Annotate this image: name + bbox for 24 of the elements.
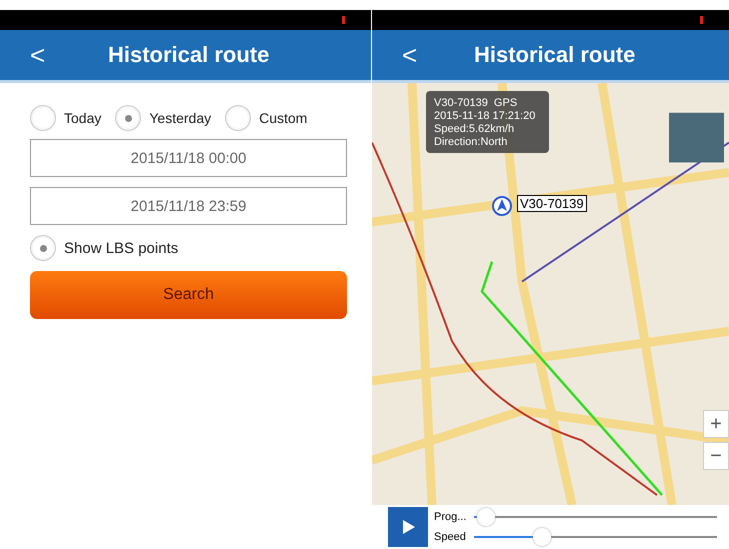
radio-option[interactable]: Custom bbox=[225, 105, 308, 131]
progress-label: Prog... bbox=[434, 511, 468, 523]
screen-title: Historical route bbox=[474, 42, 636, 68]
start-time-field[interactable]: 2015/11/18 00:00 bbox=[30, 139, 347, 177]
popup-text: Speed:5.62km/h bbox=[434, 123, 516, 136]
lbs-checkbox[interactable]: Show LBS points bbox=[30, 235, 347, 261]
battery-icon bbox=[342, 16, 345, 24]
radio-option[interactable]: Yesterday bbox=[115, 105, 212, 131]
zoom-button[interactable]: + bbox=[703, 410, 729, 438]
popup-text: 2015-11-18 17:21:20 bbox=[434, 110, 536, 123]
back-button[interactable]: < bbox=[0, 38, 80, 72]
battery-icon bbox=[700, 16, 703, 24]
popup-text: V30-70139 GPS bbox=[434, 97, 518, 110]
search-button[interactable]: Search bbox=[30, 271, 347, 319]
back-button[interactable]: < bbox=[372, 38, 452, 72]
radio-option[interactable]: Today bbox=[30, 105, 102, 131]
play-button[interactable] bbox=[388, 507, 428, 547]
zoom-button[interactable]: − bbox=[703, 442, 729, 470]
end-time-field[interactable]: 2015/11/18 23:59 bbox=[30, 187, 347, 225]
vehicle-label: V30-70139 bbox=[517, 195, 587, 212]
navigation-marker-icon[interactable] bbox=[492, 196, 512, 216]
screen-title: Historical route bbox=[108, 42, 270, 68]
popup-text: Direction:North bbox=[434, 136, 508, 149]
speed-label: Speed bbox=[434, 531, 467, 543]
